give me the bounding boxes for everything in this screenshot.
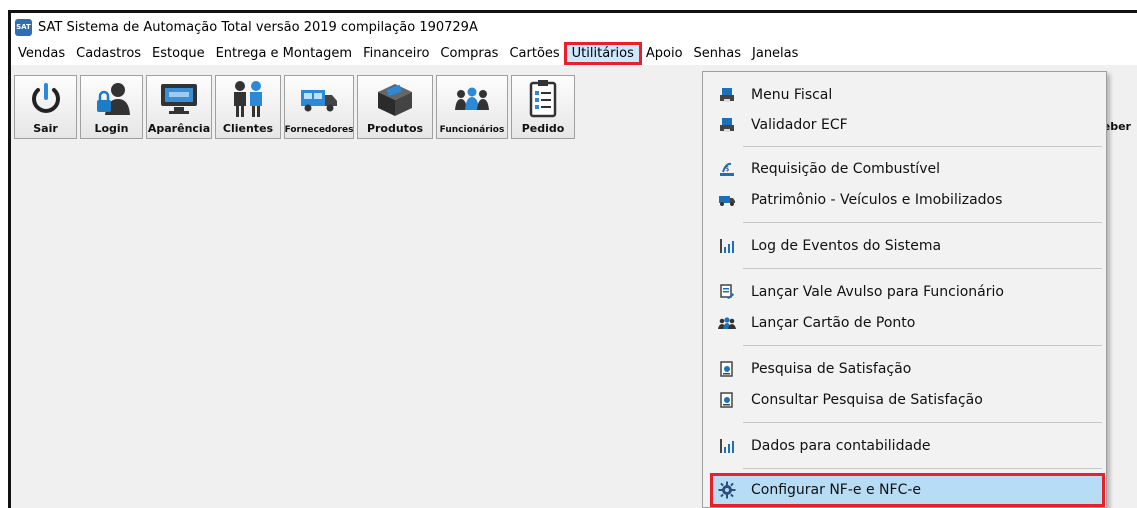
toolbar-button-login[interactable]: Login	[80, 75, 143, 139]
fiscal-printer-icon	[717, 115, 737, 135]
menu-cartoes[interactable]: Cartões	[504, 44, 564, 63]
clients-icon	[228, 80, 268, 118]
toolbar-button-clientes[interactable]: Clientes	[215, 75, 281, 139]
menu-vendas[interactable]: Vendas	[13, 44, 70, 63]
menu-janelas[interactable]: Janelas	[747, 44, 803, 63]
menu-estoque[interactable]: Estoque	[147, 44, 210, 63]
voucher-icon	[717, 282, 737, 302]
user-lock-icon	[92, 80, 132, 118]
menu-separator	[743, 468, 1102, 469]
menu-item-requisicao-combustivel[interactable]: $ Requisição de Combustível	[703, 154, 1106, 184]
fiscal-printer-icon	[717, 85, 737, 105]
menu-item-configurar-nfe[interactable]: Configurar NF-e e NFC-e	[710, 473, 1105, 507]
vehicle-icon	[717, 190, 737, 210]
toolbar-button-sair[interactable]: Sair	[14, 75, 77, 139]
gear-icon	[717, 480, 737, 500]
box-icon	[375, 80, 415, 118]
title-bar: SAT SAT Sistema de Automação Total versã…	[11, 13, 1137, 41]
utilitarios-dropdown: Menu Fiscal Validador ECF $ Requisição d…	[702, 71, 1107, 508]
toolbar-label: Fornecedores	[284, 125, 354, 135]
toolbar-button-pedido[interactable]: Pedido	[511, 75, 575, 139]
monitor-icon	[159, 80, 199, 118]
menu-separator	[743, 345, 1102, 346]
menu-apoio[interactable]: Apoio	[641, 44, 688, 63]
menu-utilitarios[interactable]: Utilitários	[563, 41, 642, 65]
order-icon	[523, 80, 563, 118]
survey-icon	[717, 359, 737, 379]
svg-text:$: $	[725, 165, 729, 173]
menu-separator	[743, 422, 1102, 423]
toolbar-label: Sair	[33, 122, 58, 135]
toolbar-label: Produtos	[366, 122, 424, 135]
menu-separator	[743, 268, 1102, 269]
sat-logo-icon[interactable]: SAT	[15, 18, 32, 36]
menu-item-dados-contabilidade[interactable]: Dados para contabilidade	[703, 431, 1106, 461]
toolbar-label: Clientes	[222, 122, 274, 135]
menu-financeiro[interactable]: Financeiro	[358, 44, 434, 63]
menu-separator	[743, 146, 1102, 147]
toolbar-label: eber	[1102, 120, 1131, 133]
menu-separator	[743, 222, 1102, 223]
window-title: SAT Sistema de Automação Total versão 20…	[38, 19, 478, 35]
menu-item-lancar-vale[interactable]: Lançar Vale Avulso para Funcionário	[703, 277, 1106, 307]
toolbar-button-fornecedores[interactable]: Fornecedores	[284, 75, 354, 139]
menu-cadastros[interactable]: Cadastros	[71, 44, 146, 63]
menu-compras[interactable]: Compras	[435, 44, 503, 63]
toolbar-label: Funcionários	[439, 125, 505, 135]
menu-item-consultar-pesquisa[interactable]: Consultar Pesquisa de Satisfação	[703, 385, 1106, 415]
menu-item-cartao-ponto[interactable]: Lançar Cartão de Ponto	[703, 308, 1106, 338]
truck-icon	[299, 80, 339, 118]
toolbar-label: Aparência	[147, 122, 211, 135]
toolbar-button-funcionarios[interactable]: Funcionários	[436, 75, 508, 139]
toolbar-button-aparencia[interactable]: Aparência	[146, 75, 212, 139]
menu-item-patrimonio[interactable]: Patrimônio - Veículos e Imobilizados	[703, 185, 1106, 215]
menu-item-validador-ecf[interactable]: Validador ECF	[703, 110, 1106, 140]
menu-item-menu-fiscal[interactable]: Menu Fiscal	[703, 80, 1106, 110]
bar-chart-icon	[717, 236, 737, 256]
bar-chart-icon	[717, 436, 737, 456]
power-icon	[26, 80, 66, 118]
toolbar-label: Login	[94, 122, 129, 135]
menu-item-pesquisa-satisfacao[interactable]: Pesquisa de Satisfação	[703, 354, 1106, 384]
menu-entrega-montagem[interactable]: Entrega e Montagem	[211, 44, 357, 63]
fuel-icon: $	[717, 159, 737, 179]
people-icon	[717, 313, 737, 333]
toolbar-button-produtos[interactable]: Produtos	[357, 75, 433, 139]
menu-item-log-eventos[interactable]: Log de Eventos do Sistema	[703, 231, 1106, 261]
toolbar-label: Pedido	[521, 122, 565, 135]
survey-icon	[717, 390, 737, 410]
menu-senhas[interactable]: Senhas	[689, 44, 746, 63]
employees-icon	[452, 80, 492, 118]
menu-bar: Vendas Cadastros Estoque Entrega e Monta…	[11, 41, 1137, 65]
